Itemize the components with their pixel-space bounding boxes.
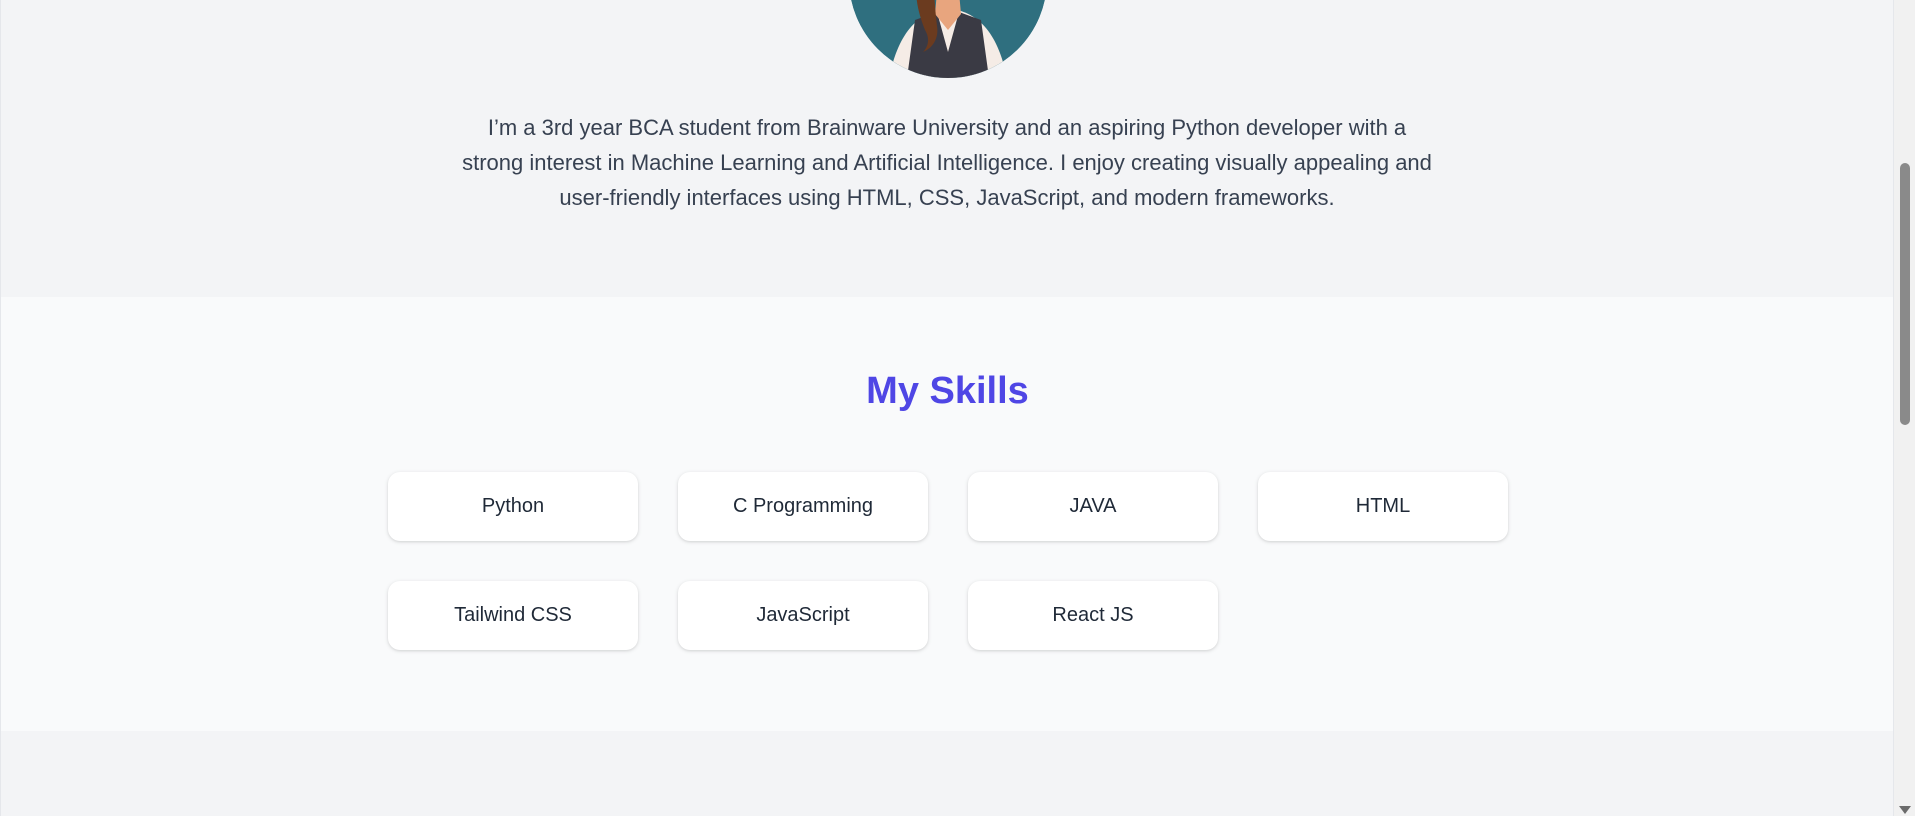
skills-grid: Python C Programming JAVA HTML Tailwind … [388,472,1508,650]
skills-title: My Skills [866,370,1029,412]
skill-card-react-js: React JS [968,581,1218,650]
bio-text: I’m a 3rd year BCA student from Brainwar… [462,115,1432,210]
skill-card-java: JAVA [968,472,1218,541]
vertical-scrollbar[interactable] [1893,0,1915,816]
page: I’m a 3rd year BCA student from Brainwar… [0,0,1915,816]
skill-card-html: HTML [1258,472,1508,541]
skills-section: My Skills Python C Programming JAVA HTML… [1,297,1894,731]
avatar-illustration [849,0,1047,78]
main-content: I’m a 3rd year BCA student from Brainwar… [0,0,1894,816]
scroll-down-arrow-icon[interactable] [1899,806,1911,814]
skill-card-python: Python [388,472,638,541]
next-section [1,731,1894,816]
avatar [849,0,1047,78]
skill-card-tailwind-css: Tailwind CSS [388,581,638,650]
scrollbar-thumb[interactable] [1900,163,1910,425]
skill-card-javascript: JavaScript [678,581,928,650]
about-section: I’m a 3rd year BCA student from Brainwar… [1,0,1894,297]
skill-card-c-programming: C Programming [678,472,928,541]
